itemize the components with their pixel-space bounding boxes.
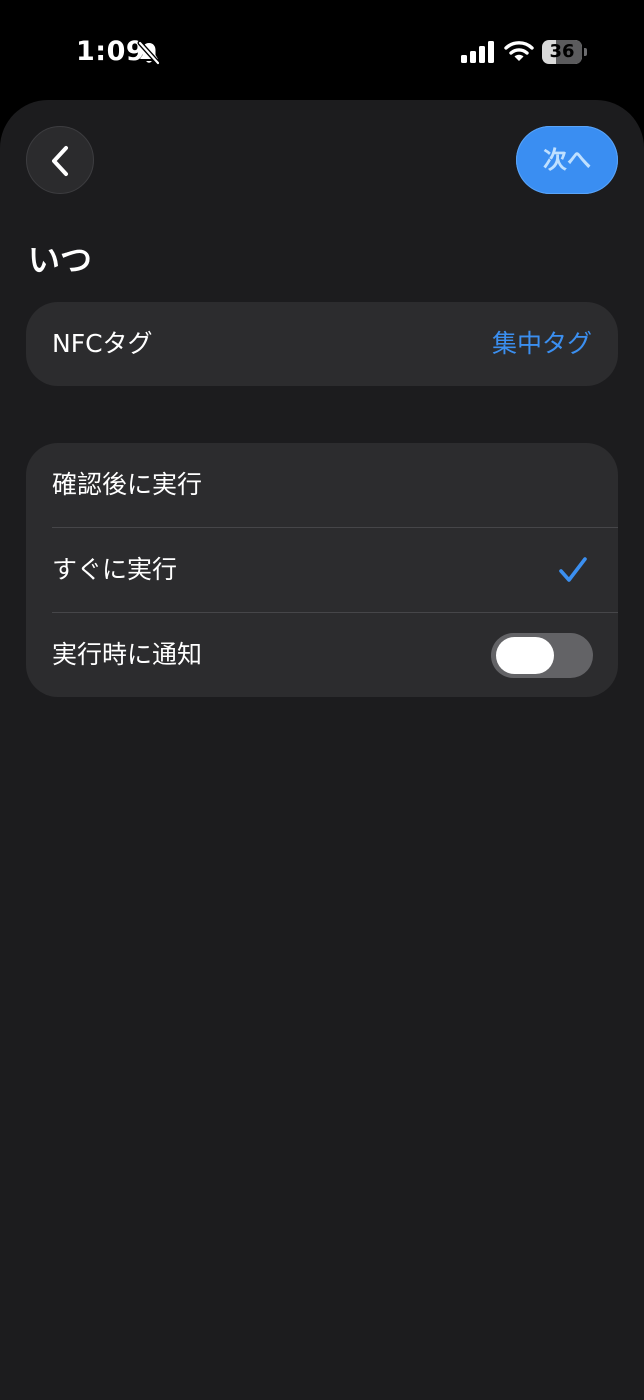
status-time: 1:09: [76, 36, 146, 67]
option-notify-when-run: 実行時に通知: [26, 613, 618, 697]
battery-tip: [584, 48, 587, 56]
toggle-knob: [496, 637, 554, 674]
back-button[interactable]: [26, 126, 94, 194]
next-button[interactable]: 次へ: [516, 126, 618, 194]
battery-body: 36: [542, 40, 582, 64]
notify-toggle[interactable]: [491, 633, 593, 678]
battery-level: 36: [549, 41, 575, 62]
option-label: 確認後に実行: [52, 470, 203, 499]
option-label: 実行時に通知: [52, 640, 203, 669]
option-run-immediately[interactable]: すぐに実行: [26, 528, 618, 612]
trigger-label: NFCタグ: [52, 329, 153, 358]
option-ask-before-running[interactable]: 確認後に実行: [26, 443, 618, 527]
battery-icon: 36: [542, 40, 588, 64]
trigger-group: NFCタグ 集中タグ: [26, 302, 618, 386]
cellular-signal-icon: [461, 41, 494, 63]
checkmark-icon: [559, 557, 587, 582]
status-bar: 1:09 36: [0, 0, 644, 100]
chevron-left-icon: [52, 146, 68, 176]
option-label: すぐに実行: [52, 555, 178, 584]
trigger-value: 集中タグ: [491, 329, 592, 358]
bell-slash-icon: [137, 40, 161, 66]
section-title: いつ: [28, 241, 93, 279]
trigger-row[interactable]: NFCタグ 集中タグ: [26, 302, 618, 386]
automation-sheet: 次へ いつ NFCタグ 集中タグ 確認後に実行 すぐに実行 実行時に通知: [0, 100, 644, 1400]
run-options-group: 確認後に実行 すぐに実行 実行時に通知: [26, 443, 618, 697]
wifi-icon: [504, 41, 534, 61]
